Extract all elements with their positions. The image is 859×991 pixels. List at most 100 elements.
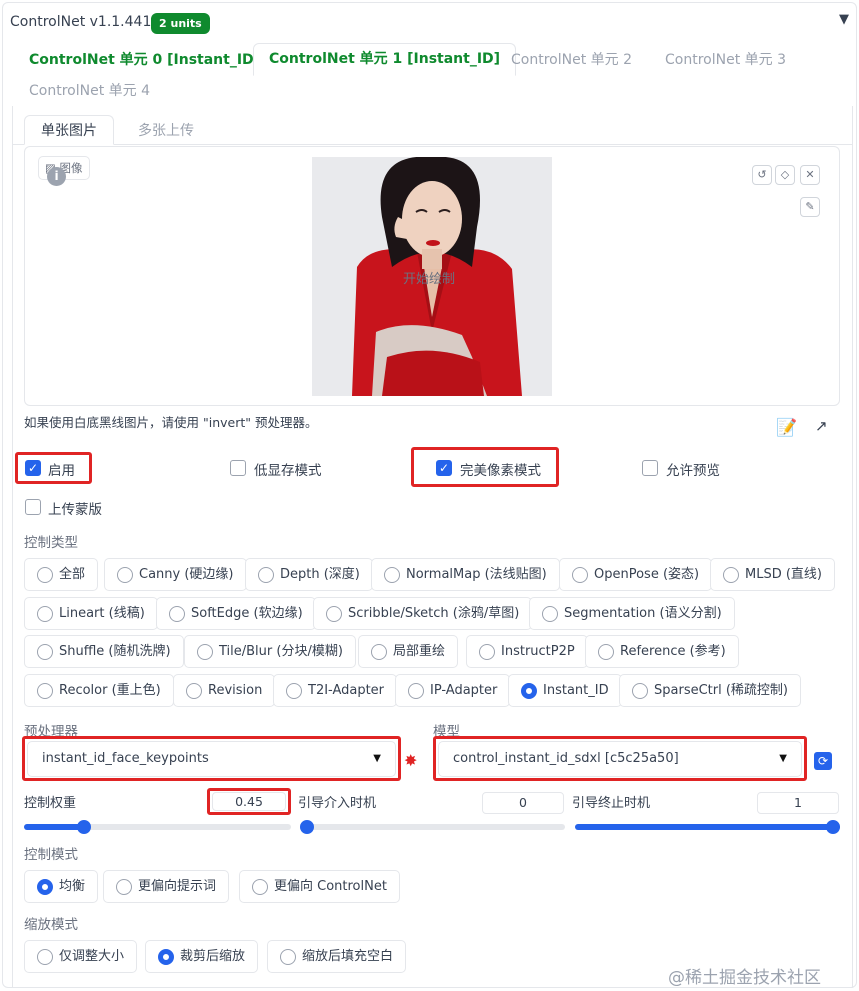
chevron-down-icon: ▼ <box>373 753 381 764</box>
radio-dot <box>479 644 495 660</box>
control-type-inpaint[interactable]: 局部重绘 <box>358 635 459 668</box>
panel-title: ControlNet v1.1.441 <box>10 14 152 30</box>
low-vram-checkbox[interactable] <box>230 460 246 476</box>
control-mode-prompt[interactable]: 更偏向提示词 <box>103 870 230 903</box>
control-type-recolor[interactable]: Recolor (重上色) <box>24 674 174 707</box>
control-type-instant-id[interactable]: Instant_ID <box>508 674 622 707</box>
upload-mask-label: 上传蒙版 <box>48 502 102 518</box>
control-type-scribble[interactable]: Scribble/Sketch (涂鸦/草图) <box>313 597 533 630</box>
guidance-end-input[interactable]: 1 <box>757 792 839 814</box>
control-type-depth[interactable]: Depth (深度) <box>245 558 373 591</box>
radio-dot <box>37 683 53 699</box>
control-weight-label: 控制权重 <box>24 796 77 811</box>
control-type-normalmap[interactable]: NormalMap (法线贴图) <box>371 558 560 591</box>
pixel-perfect-checkbox[interactable]: ✓ <box>436 460 452 476</box>
radio-dot-selected <box>158 949 174 965</box>
tab-unit-1[interactable]: ControlNet 单元 1 [Instant_ID] <box>253 43 517 76</box>
tab-unit-3[interactable]: ControlNet 单元 3 <box>650 45 801 75</box>
control-type-softedge[interactable]: SoftEdge (软边缘) <box>156 597 316 630</box>
tab-unit-4[interactable]: ControlNet 单元 4 <box>14 76 165 106</box>
guidance-end-label: 引导终止时机 <box>572 796 651 811</box>
radio-dot <box>37 949 53 965</box>
control-type-shuffle[interactable]: Shuffle (随机洗牌) <box>24 635 184 668</box>
invert-hint: 如果使用白底黑线图片，请使用 "invert" 预处理器。 <box>24 415 318 430</box>
run-preprocessor-icon[interactable]: ✸ <box>404 751 417 770</box>
control-mode-label: 控制模式 <box>24 847 78 863</box>
resize-mode-just-resize[interactable]: 仅调整大小 <box>24 940 138 973</box>
brush-icon[interactable]: ✎ <box>800 197 820 217</box>
guidance-end-fill <box>575 824 840 830</box>
radio-dot <box>371 644 387 660</box>
resize-mode-fill[interactable]: 缩放后填充空白 <box>267 940 407 973</box>
radio-dot <box>408 683 424 699</box>
radio-dot <box>542 606 558 622</box>
radio-dot <box>186 683 202 699</box>
guidance-start-input[interactable]: 0 <box>482 792 564 814</box>
enable-checkbox[interactable]: ✓ <box>25 460 41 476</box>
control-weight-fill <box>24 824 85 830</box>
allow-preview-label: 允许预览 <box>666 463 720 479</box>
watermark: @稀土掘金技术社区 <box>668 968 821 988</box>
tab-unit-2[interactable]: ControlNet 单元 2 <box>496 45 647 75</box>
control-type-all[interactable]: 全部 <box>24 558 99 591</box>
preprocessor-dropdown[interactable]: instant_id_face_keypoints ▼ <box>27 741 396 777</box>
radio-dot <box>37 644 53 660</box>
radio-dot <box>286 683 302 699</box>
radio-dot <box>598 644 614 660</box>
radio-dot <box>117 567 133 583</box>
send-icon[interactable]: ↗ <box>815 417 828 435</box>
canvas-overlay-text: 开始绘制 <box>403 272 456 287</box>
control-type-mlsd[interactable]: MLSD (直线) <box>710 558 835 591</box>
control-type-instructp2p[interactable]: InstructP2P <box>466 635 588 668</box>
units-badge: 2 units <box>151 13 210 34</box>
resize-mode-label: 缩放模式 <box>24 917 78 933</box>
control-mode-balanced[interactable]: 均衡 <box>24 870 99 903</box>
control-weight-handle[interactable] <box>77 820 92 834</box>
notepad-icon[interactable]: 📝 <box>776 418 797 438</box>
tab-batch-upload[interactable]: 多张上传 <box>122 116 210 146</box>
radio-dot <box>326 606 342 622</box>
control-weight-input[interactable]: 0.45 <box>212 792 286 811</box>
eraser-icon[interactable]: ◇ <box>775 165 795 185</box>
close-icon[interactable]: ✕ <box>800 165 820 185</box>
radio-dot <box>572 567 588 583</box>
pixel-perfect-label: 完美像素模式 <box>460 463 541 479</box>
control-type-t2i-adapter[interactable]: T2I-Adapter <box>273 674 398 707</box>
control-type-label: 控制类型 <box>24 535 78 551</box>
control-type-sparsectrl[interactable]: SparseCtrl (稀疏控制) <box>619 674 801 707</box>
radio-dot-selected <box>37 879 53 895</box>
model-dropdown[interactable]: control_instant_id_sdxl [c5c25a50] ▼ <box>438 741 802 777</box>
chevron-down-icon: ▼ <box>779 753 787 764</box>
collapse-icon[interactable]: ▼ <box>839 12 849 27</box>
enable-label: 启用 <box>48 463 75 479</box>
radio-dot <box>632 683 648 699</box>
guidance-start-handle[interactable] <box>300 820 314 834</box>
control-type-openpose[interactable]: OpenPose (姿态) <box>559 558 713 591</box>
upload-mask-checkbox[interactable] <box>25 499 41 515</box>
info-icon: i <box>47 167 66 186</box>
control-type-canny[interactable]: Canny (硬边缘) <box>104 558 247 591</box>
radio-dot-selected <box>521 683 537 699</box>
guidance-start-slider[interactable] <box>300 824 565 830</box>
radio-dot <box>37 606 53 622</box>
refresh-icon[interactable]: ⟳ <box>814 752 832 770</box>
control-type-reference[interactable]: Reference (参考) <box>585 635 739 668</box>
control-type-lineart[interactable]: Lineart (线稿) <box>24 597 158 630</box>
control-type-revision[interactable]: Revision <box>173 674 276 707</box>
radio-dot <box>116 879 132 895</box>
radio-dot <box>169 606 185 622</box>
control-type-segmentation[interactable]: Segmentation (语义分割) <box>529 597 735 630</box>
guidance-end-handle[interactable] <box>826 820 840 834</box>
allow-preview-checkbox[interactable] <box>642 460 658 476</box>
control-mode-controlnet[interactable]: 更偏向 ControlNet <box>239 870 400 903</box>
tab-single-image[interactable]: 单张图片 <box>24 115 114 145</box>
radio-dot <box>280 949 296 965</box>
resize-mode-crop[interactable]: 裁剪后缩放 <box>145 940 259 973</box>
guidance-start-label: 引导介入时机 <box>298 796 377 811</box>
radio-dot <box>258 567 274 583</box>
radio-dot <box>252 879 268 895</box>
undo-icon[interactable]: ↺ <box>752 165 772 185</box>
tab-unit-0[interactable]: ControlNet 单元 0 [Instant_ID] <box>14 45 275 75</box>
control-type-tile[interactable]: Tile/Blur (分块/模糊) <box>184 635 356 668</box>
control-type-ip-adapter[interactable]: IP-Adapter <box>395 674 511 707</box>
